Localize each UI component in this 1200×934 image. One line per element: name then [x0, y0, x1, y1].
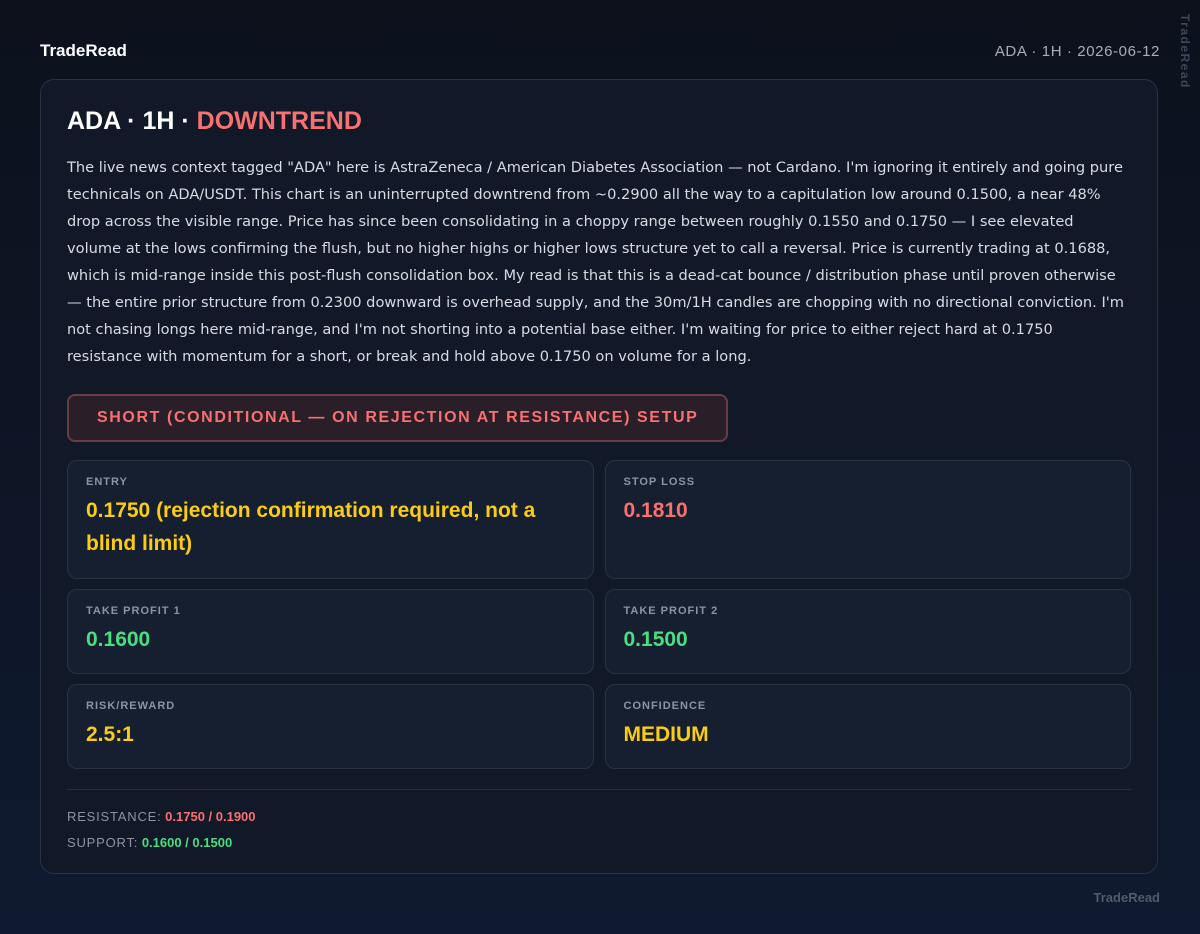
- take-profit-1-label: TAKE PROFIT 1: [86, 605, 181, 617]
- vertical-watermark: TradeRead: [1178, 14, 1192, 89]
- analysis-text: The live news context tagged "ADA" here …: [67, 159, 1124, 365]
- footer-brand: TradeRead: [1093, 890, 1160, 905]
- take-profit-2-label: TAKE PROFIT 2: [623, 605, 719, 617]
- headline-symbol: ADA · 1H ·: [67, 107, 197, 135]
- take-profit-2-value: 0.1500: [623, 628, 688, 651]
- support-value: 0.1600 / 0.1500: [141, 835, 233, 850]
- brand-logo-text: TradeRead: [40, 41, 127, 60]
- entry-label: ENTRY: [86, 476, 128, 488]
- analysis-card: ADA · 1H · DOWNTREND The live news conte…: [40, 79, 1158, 874]
- resistance-label: RESISTANCE:: [67, 809, 162, 824]
- trend-label: DOWNTREND: [196, 107, 362, 135]
- divider: [67, 789, 1131, 790]
- resistance-row: RESISTANCE: 0.1750 / 0.1900: [67, 804, 1131, 830]
- risk-reward-label: RISK/REWARD: [86, 700, 176, 712]
- risk-reward-tile: RISK/REWARD 2.5:1: [67, 684, 594, 769]
- entry-tile: ENTRY 0.1750 (rejection confirmation req…: [67, 460, 594, 579]
- take-profit-1-value: 0.1600: [86, 628, 151, 651]
- support-label: SUPPORT:: [67, 835, 139, 850]
- stop-loss-tile: STOP LOSS 0.1810: [604, 460, 1131, 579]
- take-profit-2-tile: TAKE PROFIT 2 0.1500: [604, 589, 1131, 674]
- confidence-tile: CONFIDENCE MEDIUM: [604, 684, 1131, 769]
- symbol-timeframe-date: ADA · 1H · 2026-06-12: [994, 42, 1160, 60]
- confidence-label: CONFIDENCE: [623, 700, 707, 712]
- confidence-value: MEDIUM: [623, 723, 709, 746]
- key-levels: RESISTANCE: 0.1750 / 0.1900 SUPPORT: 0.1…: [67, 804, 1131, 856]
- setup-badge: SHORT (CONDITIONAL — ON REJECTION AT RES…: [67, 394, 729, 442]
- card-headline: ADA · 1H · DOWNTREND: [67, 104, 1131, 138]
- risk-reward-value: 2.5:1: [86, 723, 134, 746]
- stop-loss-label: STOP LOSS: [623, 476, 696, 488]
- top-bar: TradeRead ADA · 1H · 2026-06-12: [40, 38, 1160, 64]
- trade-levels-grid: ENTRY 0.1750 (rejection confirmation req…: [67, 460, 1131, 769]
- stop-loss-value: 0.1810: [623, 499, 688, 522]
- support-row: SUPPORT: 0.1600 / 0.1500: [67, 830, 1131, 856]
- take-profit-1-tile: TAKE PROFIT 1 0.1600: [67, 589, 594, 674]
- entry-value: 0.1750 (rejection confirmation required,…: [86, 499, 536, 555]
- resistance-value: 0.1750 / 0.1900: [165, 809, 256, 824]
